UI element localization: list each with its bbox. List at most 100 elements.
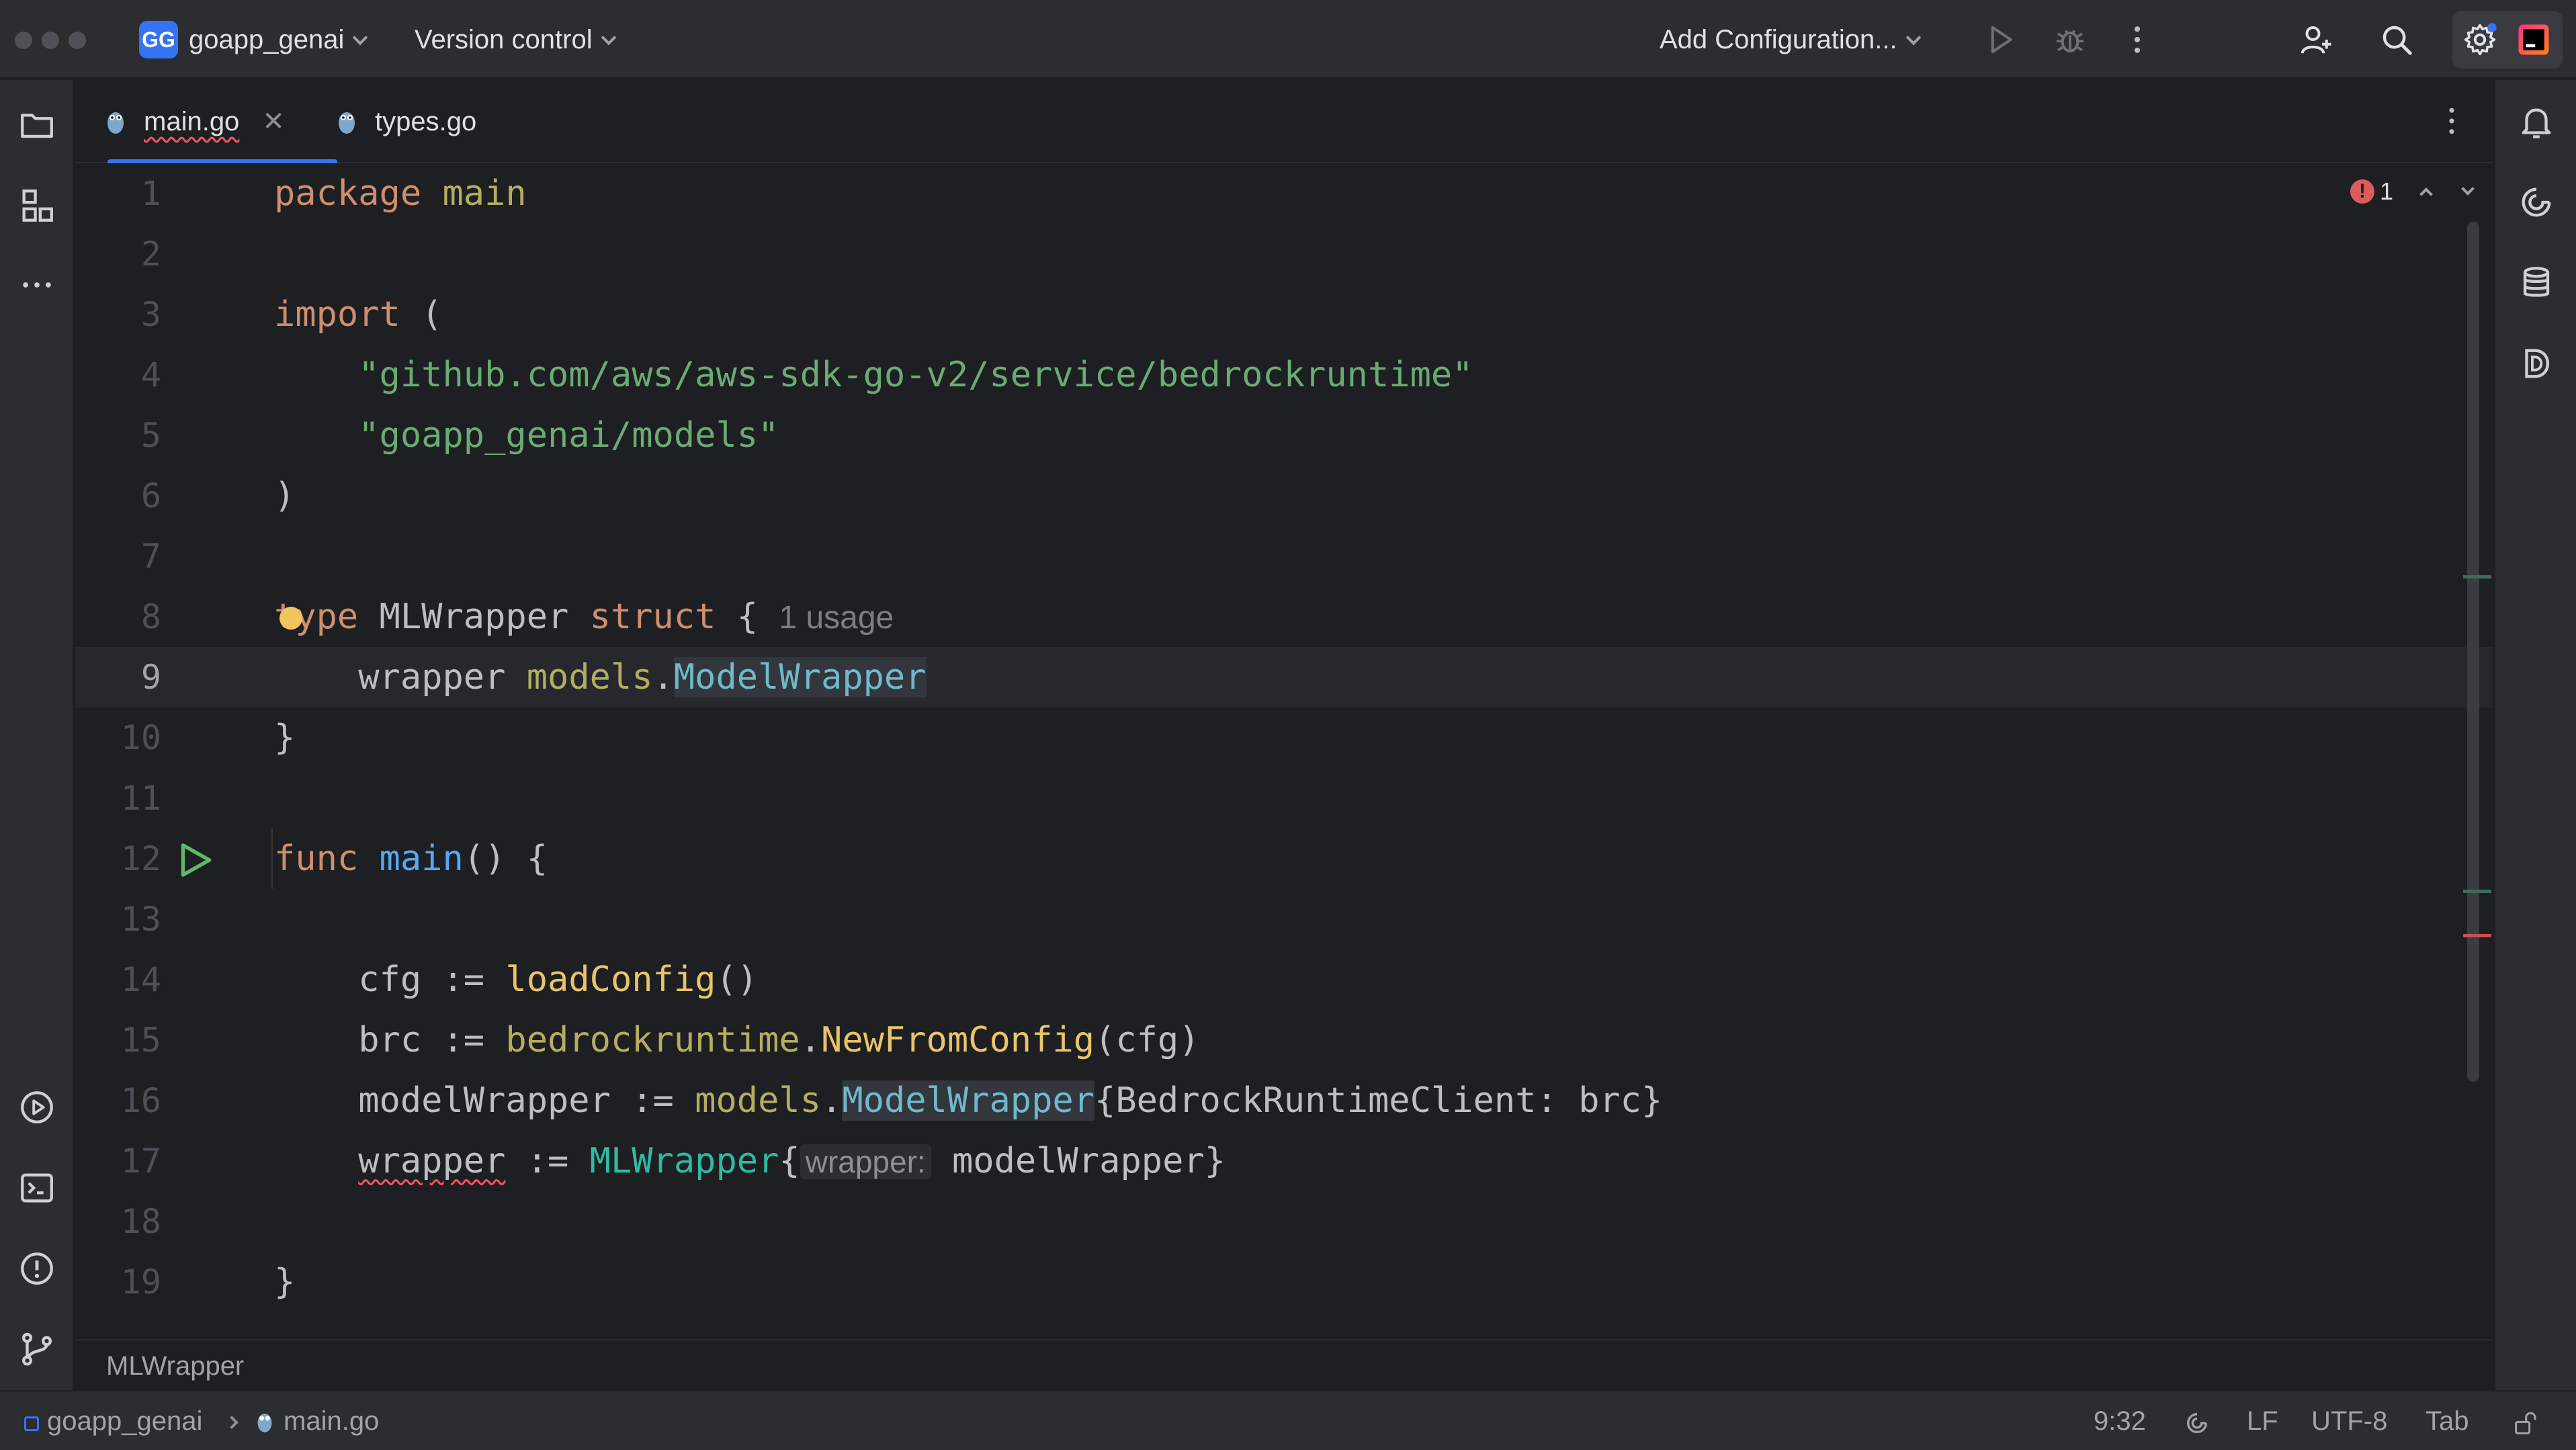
go-file-icon <box>108 112 124 134</box>
breadcrumb-symbol[interactable]: MLWrapper <box>106 1351 244 1381</box>
module-icon <box>24 1416 39 1431</box>
scroll-marker[interactable] <box>2463 890 2491 893</box>
tab-label: types.go <box>375 106 477 136</box>
code-line[interactable]: 13 <box>75 889 2493 949</box>
code-line[interactable]: 5 "goapp_genai/models" <box>75 405 2493 466</box>
title-bar: GG goapp_genai Version control Add Confi… <box>0 0 2576 79</box>
project-badge[interactable]: GG <box>139 21 178 58</box>
code-line[interactable]: 14 cfg := loadConfig() <box>75 949 2493 1010</box>
ai-assistant-icon <box>2187 1413 2207 1433</box>
code-line[interactable]: 6 ) <box>75 466 2493 526</box>
run-button[interactable] <box>1978 17 2022 62</box>
problems-tool-button[interactable] <box>15 1246 59 1291</box>
code-line[interactable]: 10 } <box>75 708 2493 768</box>
more-actions-button[interactable] <box>2115 17 2159 62</box>
run-tool-button[interactable] <box>15 1085 59 1129</box>
symbol-breadcrumb[interactable]: MLWrapper <box>75 1339 2493 1390</box>
line-number: 8 <box>140 597 161 636</box>
status-readonly-toggle[interactable] <box>2511 1392 2538 1450</box>
endpoints-button[interactable] <box>2514 341 2559 386</box>
status-file[interactable]: main.go <box>211 1392 379 1450</box>
status-caret-position[interactable]: 9:32 <box>2094 1392 2146 1450</box>
line-number: 2 <box>140 234 161 273</box>
notifications-button[interactable] <box>2514 101 2559 145</box>
ide-logo[interactable] <box>2511 17 2556 62</box>
tab-label: main.go <box>144 106 240 136</box>
structure-tool-button[interactable] <box>15 183 59 228</box>
code-line[interactable]: 15 brc := bedrockruntime.NewFromConfig(c… <box>75 1010 2493 1070</box>
window-close-button[interactable] <box>15 32 32 49</box>
left-tool-window-bar <box>0 80 74 1390</box>
problems-icon <box>21 1252 53 1285</box>
settings-button[interactable] <box>2458 17 2502 62</box>
lightbulb-icon[interactable] <box>280 607 302 630</box>
kebab-menu-icon <box>2134 26 2141 53</box>
ai-assistant-icon <box>2522 187 2551 217</box>
project-name: goapp_genai <box>189 25 345 54</box>
chevron-down-icon[interactable] <box>2461 182 2475 196</box>
status-line-ending[interactable]: LF <box>2247 1392 2278 1450</box>
code-line[interactable]: 8 type MLWrapper struct { 1 usage <box>75 587 2493 647</box>
run-tool-icon <box>21 1091 53 1123</box>
code-line[interactable]: 17 wrapper := MLWrapper{wrapper: modelWr… <box>75 1131 2493 1191</box>
version-control-menu[interactable]: Version control <box>415 21 616 58</box>
d-letter-icon <box>2525 349 2550 378</box>
error-count: 1 <box>2380 177 2394 205</box>
code-line[interactable]: 12 func main() { <box>75 828 2493 889</box>
more-icon <box>23 282 51 288</box>
code-editor[interactable]: 1 package main 2 3 import ( 4 "github.co… <box>75 163 2493 1339</box>
unlock-icon <box>2515 1412 2536 1435</box>
code-line-current[interactable]: 9 wrapper models.ModelWrapper <box>75 647 2493 708</box>
code-line[interactable]: 18 <box>75 1191 2493 1252</box>
code-line[interactable]: 7 <box>75 526 2493 587</box>
scroll-marker[interactable] <box>2463 575 2491 579</box>
code-line[interactable]: 3 import ( <box>75 284 2493 345</box>
tab-main-go[interactable]: main.go ✕ <box>105 80 337 165</box>
structure-icon <box>22 189 53 222</box>
database-icon <box>2523 267 2550 297</box>
code-line[interactable]: 2 <box>75 224 2493 284</box>
tab-types-go[interactable]: types.go <box>336 80 531 163</box>
editor-scrollbar[interactable] <box>2467 222 2479 1082</box>
ai-assistant-button[interactable] <box>2514 180 2559 224</box>
code-line[interactable]: 11 <box>75 768 2493 828</box>
debug-button[interactable] <box>2048 17 2092 62</box>
status-project[interactable]: goapp_genai <box>24 1392 202 1450</box>
search-everywhere-button[interactable] <box>2374 17 2419 62</box>
code-line[interactable]: 1 package main <box>75 163 2493 224</box>
folder-icon <box>21 114 53 138</box>
status-encoding[interactable]: UTF-8 <box>2311 1392 2387 1450</box>
chevron-down-icon <box>353 30 368 46</box>
window-minimize-button[interactable] <box>42 32 59 49</box>
window-zoom-button[interactable] <box>69 32 86 49</box>
tab-options-button[interactable] <box>2430 99 2474 143</box>
code-with-me-button[interactable] <box>2294 17 2338 62</box>
code-line[interactable]: 16 modelWrapper := models.ModelWrapper{B… <box>75 1070 2493 1131</box>
line-number: 10 <box>120 718 161 757</box>
project-tool-button[interactable] <box>15 103 59 147</box>
chevron-down-icon <box>1905 30 1921 46</box>
inspection-widget[interactable]: ! 1 <box>2350 175 2475 208</box>
status-ai-button[interactable] <box>2184 1392 2210 1450</box>
line-number: 18 <box>120 1202 161 1241</box>
line-number: 16 <box>120 1081 161 1120</box>
run-configuration-selector[interactable]: Add Configuration... <box>1660 21 1921 58</box>
status-indent[interactable]: Tab <box>2425 1392 2469 1450</box>
chevron-right-icon <box>225 1416 239 1429</box>
add-user-icon <box>2301 26 2331 54</box>
terminal-tool-button[interactable] <box>15 1166 59 1210</box>
chevron-up-icon[interactable] <box>2419 187 2433 201</box>
error-marker[interactable] <box>2463 934 2491 937</box>
line-number: 12 <box>120 839 161 878</box>
code-line[interactable]: 19 } <box>75 1252 2493 1312</box>
more-tool-windows-button[interactable] <box>15 263 59 307</box>
git-tool-button[interactable] <box>15 1327 59 1371</box>
close-icon[interactable]: ✕ <box>262 106 285 137</box>
line-number: 11 <box>120 779 161 818</box>
gear-icon <box>2464 23 2497 56</box>
code-line[interactable]: 4 "github.com/aws/aws-sdk-go-v2/service/… <box>75 345 2493 405</box>
project-selector[interactable]: goapp_genai <box>189 21 368 58</box>
run-gutter-icon[interactable] <box>176 842 216 878</box>
usage-hint[interactable]: 1 usage <box>779 600 894 636</box>
database-button[interactable] <box>2514 261 2559 305</box>
